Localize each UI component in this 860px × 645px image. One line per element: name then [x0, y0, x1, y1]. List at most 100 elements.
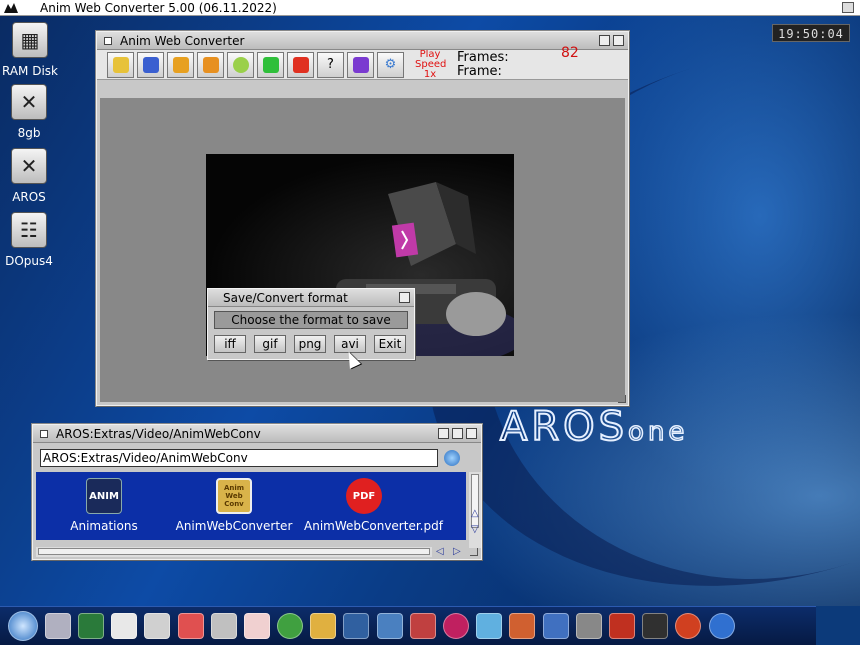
help-button[interactable]: ?	[317, 51, 344, 78]
close-gadget-icon[interactable]	[104, 36, 112, 45]
desktop-icon-ram-disk[interactable]: ▦ RAM Disk	[0, 22, 65, 78]
frame-label: Frame:	[457, 63, 502, 79]
desktop-icon-dopus4[interactable]: ☷ DOpus4	[0, 212, 64, 268]
aros-one-logo: AROSone	[499, 403, 689, 451]
depth-gadget-icon[interactable]	[399, 292, 410, 303]
window-titlebar[interactable]: Anim Web Converter	[97, 32, 628, 50]
refresh-icon[interactable]	[277, 613, 304, 639]
scroll-down-icon[interactable]: ▽	[471, 524, 479, 535]
screen-depth-gadget[interactable]	[842, 2, 854, 13]
camera-icon[interactable]	[542, 613, 569, 639]
window-title: Anim Web Converter	[120, 33, 245, 48]
file-label: AnimWebConverter	[175, 519, 293, 533]
scroll-left-icon[interactable]: ◁	[436, 546, 444, 557]
clock-icon[interactable]	[177, 613, 204, 639]
question-icon: ?	[327, 57, 334, 72]
circle-icon	[232, 56, 249, 73]
stop-button[interactable]	[287, 51, 314, 78]
scroll-thumb[interactable]	[471, 474, 479, 528]
dialog-prompt: Choose the format to save	[214, 311, 408, 329]
play-speed-indicator[interactable]: Play Speed 1x	[415, 49, 447, 80]
settings-button[interactable]: ⚙	[377, 51, 404, 78]
frames-info: Frames: Frame:	[457, 49, 509, 79]
clock-display: 19:50:04	[772, 24, 850, 42]
prefs-icon[interactable]	[409, 613, 436, 639]
scroll-thumb[interactable]	[38, 548, 430, 555]
zoom-gadget-icon[interactable]	[599, 35, 610, 46]
desktop-icon-aros[interactable]: ✕ AROS	[0, 148, 64, 204]
aros-menu-icon[interactable]	[7, 611, 38, 641]
speed-label: Speed	[415, 58, 447, 70]
paint-icon[interactable]	[476, 613, 503, 639]
gear-icon: ⚙	[384, 57, 397, 72]
format-gif-button[interactable]: gif	[254, 335, 286, 353]
record-button[interactable]	[227, 51, 254, 78]
depth-gadget-icon[interactable]	[466, 428, 477, 439]
file-icon-animations[interactable]: ANIM Animations	[44, 476, 164, 533]
drawer-titlebar[interactable]: AROS:Extras/Video/AnimWebConv	[33, 425, 481, 443]
frames-count: 82	[561, 45, 579, 61]
folder-icon	[112, 56, 129, 73]
resize-gadget-icon[interactable]	[618, 395, 626, 403]
aros-kitty-icon[interactable]	[0, 0, 22, 16]
depth-gadget-icon[interactable]	[613, 35, 624, 46]
path-input[interactable]: AROS:Extras/Video/AnimWebConv	[40, 449, 438, 467]
scroll-right-icon[interactable]: ▷	[453, 546, 461, 557]
search-icon[interactable]	[144, 613, 171, 639]
open-folder-button[interactable]	[107, 51, 134, 78]
play-icon	[262, 56, 279, 73]
play-button[interactable]	[257, 51, 284, 78]
dialog-titlebar[interactable]: Save/Convert format	[208, 289, 414, 307]
emulator-icon[interactable]	[243, 613, 270, 639]
speed-value: 1x	[423, 68, 437, 80]
file-icon-pdf[interactable]: PDF AnimWebConverter.pdf	[304, 476, 443, 533]
editor-icon[interactable]	[111, 613, 138, 639]
chip-icon: ▦	[12, 22, 48, 58]
frames-label: Frames:	[457, 49, 509, 65]
iconify-gadget-icon[interactable]	[438, 428, 449, 439]
tv-icon[interactable]	[608, 613, 635, 639]
video-icon[interactable]	[575, 613, 602, 639]
shell-icon[interactable]	[77, 613, 104, 639]
frames-forward-button[interactable]	[167, 51, 194, 78]
clapper-icon[interactable]	[642, 613, 669, 639]
desktop-icon-label: AROS	[12, 190, 46, 204]
scroll-up-icon[interactable]: △	[471, 508, 479, 519]
film-forward-icon	[172, 56, 189, 73]
horizontal-scrollbar[interactable]	[36, 547, 432, 557]
save-convert-dialog[interactable]: Save/Convert format Choose the format to…	[207, 288, 415, 360]
books-icon[interactable]	[509, 613, 536, 639]
browser-icon[interactable]	[708, 613, 735, 639]
format-iff-button[interactable]: iff	[214, 335, 246, 353]
dialog-title: Save/Convert format	[223, 290, 348, 305]
resize-gadget-icon[interactable]	[470, 548, 478, 556]
film-back-icon	[202, 56, 219, 73]
save-button[interactable]	[137, 51, 164, 78]
media-player-icon[interactable]	[443, 613, 470, 639]
toolbar: ? ⚙ Play Speed 1x Frames: Frame:	[97, 49, 628, 80]
display-icon[interactable]	[376, 613, 403, 639]
frames-back-button[interactable]	[197, 51, 224, 78]
frame-counter-button[interactable]	[347, 51, 374, 78]
file-label: AnimWebConverter.pdf	[304, 519, 443, 533]
puzzle-icon[interactable]	[310, 613, 337, 639]
screen-menubar[interactable]: Anim Web Converter 5.00 (06.11.2022)	[0, 0, 860, 16]
file-icon-animwebconverter[interactable]: Anim Web Conv AnimWebConverter	[174, 476, 294, 533]
desktop-icon-label: 8gb	[17, 126, 41, 140]
game-icon[interactable]	[675, 613, 702, 639]
drawer-window[interactable]: AROS:Extras/Video/AnimWebConv AROS:Extra…	[32, 424, 482, 560]
desktop-icon-label: RAM Disk	[1, 64, 58, 78]
file-icon-area[interactable]: ANIM Animations Anim Web Conv AnimWebCon…	[36, 472, 466, 540]
numbers-icon	[352, 56, 369, 73]
monitor-icon[interactable]	[343, 613, 370, 639]
pdf-icon: PDF	[346, 478, 382, 514]
exit-button[interactable]: Exit	[374, 335, 406, 353]
desktop-icon-8gb[interactable]: ✕ 8gb	[0, 84, 64, 140]
calculator-icon[interactable]	[210, 613, 237, 639]
close-gadget-icon[interactable]	[40, 429, 48, 438]
format-png-button[interactable]: png	[294, 335, 326, 353]
path-go-icon[interactable]	[444, 450, 460, 466]
zoom-gadget-icon[interactable]	[452, 428, 463, 439]
drive-icon: ✕	[11, 148, 47, 184]
dopus-icon[interactable]	[44, 613, 71, 639]
